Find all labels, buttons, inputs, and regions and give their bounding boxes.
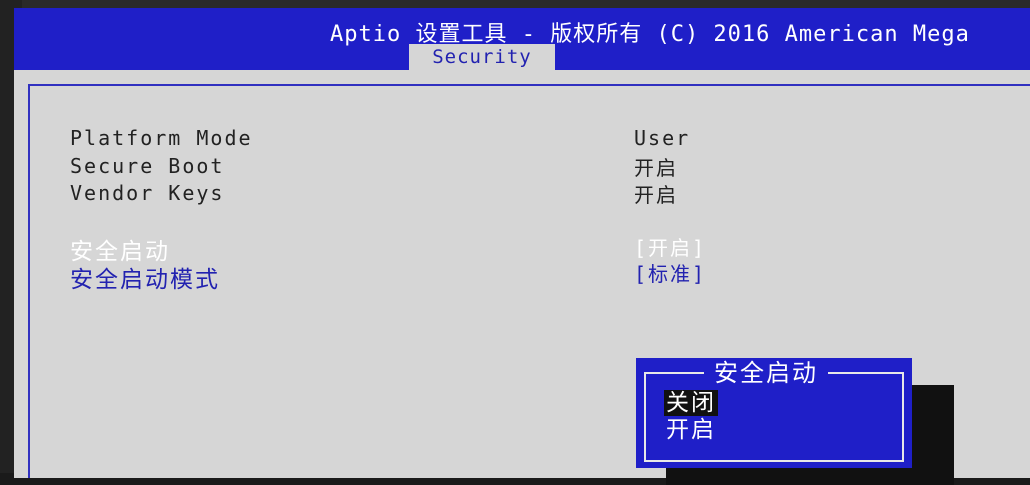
secure-boot-value: 开启: [634, 156, 678, 180]
secure-boot-setting-value[interactable]: [开启]: [634, 232, 706, 261]
tab-security[interactable]: Security: [409, 44, 555, 70]
secure-boot-popup: 安全启动 关闭 开启: [636, 358, 912, 468]
popup-title: 安全启动: [704, 358, 828, 388]
bios-header: Aptio 设置工具 - 版权所有 (C) 2016 American Mega…: [14, 8, 1030, 70]
vendor-keys-label: Vendor Keys: [70, 181, 225, 205]
secure-boot-label: Secure Boot: [70, 154, 225, 178]
popup-option-enable[interactable]: 开启: [666, 417, 716, 443]
bios-screen: Aptio 设置工具 - 版权所有 (C) 2016 American Mega…: [14, 8, 1030, 485]
secure-boot-mode-value[interactable]: [标准]: [634, 258, 706, 287]
popup-option-disable[interactable]: 关闭: [664, 390, 718, 416]
secure-boot-mode-label[interactable]: 安全启动模式: [70, 260, 220, 294]
platform-mode-value: User: [634, 126, 691, 150]
vendor-keys-value: 开启: [634, 183, 678, 207]
platform-mode-label: Platform Mode: [70, 126, 253, 150]
